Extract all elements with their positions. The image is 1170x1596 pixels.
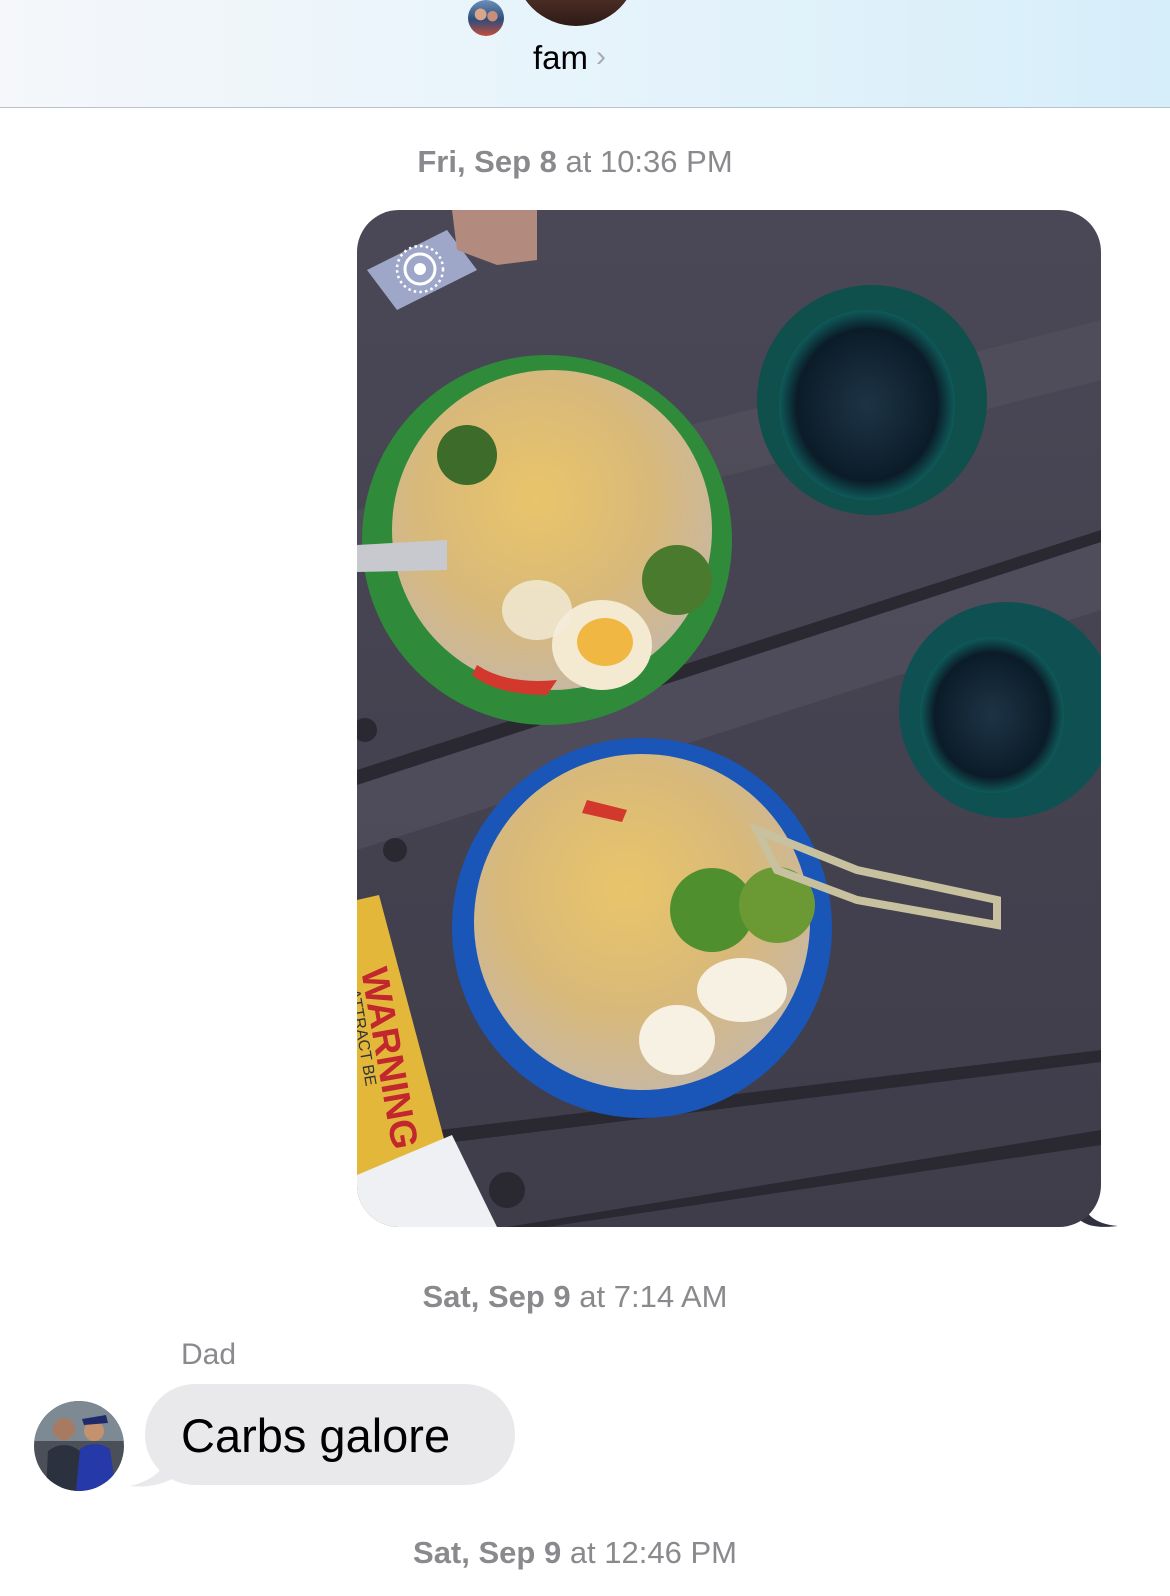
timestamp-day: Fri, Sep 8 [417, 144, 557, 179]
group-name-button[interactable]: fam › [533, 38, 606, 78]
timestamp-day: Sat, Sep 9 [422, 1279, 571, 1314]
sender-name: Dad [181, 1338, 237, 1371]
live-photo-icon[interactable] [393, 242, 447, 296]
group-avatar-secondary[interactable] [468, 0, 504, 36]
timestamp-time: at 10:36 PM [556, 144, 733, 179]
message-text: Carbs galore [181, 1409, 451, 1462]
timestamp: Fri, Sep 8 at 10:36 PM [0, 144, 1150, 180]
timestamp-day: Sat, Sep 9 [413, 1535, 562, 1570]
timestamp-time: at 7:14 AM [570, 1279, 728, 1314]
timestamp-time: at 12:46 PM [561, 1535, 737, 1570]
chevron-right-icon: › [596, 40, 607, 73]
timestamp: Sat, Sep 9 at 7:14 AM [0, 1279, 1150, 1315]
group-name-label: fam [533, 39, 589, 76]
photo-message[interactable]: WARNING ATTRACT BE [357, 210, 1101, 1227]
contact-avatar[interactable] [34, 1401, 124, 1491]
conversation-header: fam › [0, 0, 1170, 108]
photo-image[interactable]: WARNING ATTRACT BE [357, 210, 1101, 1227]
group-avatar-main[interactable] [514, 0, 638, 26]
timestamp: Sat, Sep 9 at 12:46 PM [0, 1535, 1150, 1571]
